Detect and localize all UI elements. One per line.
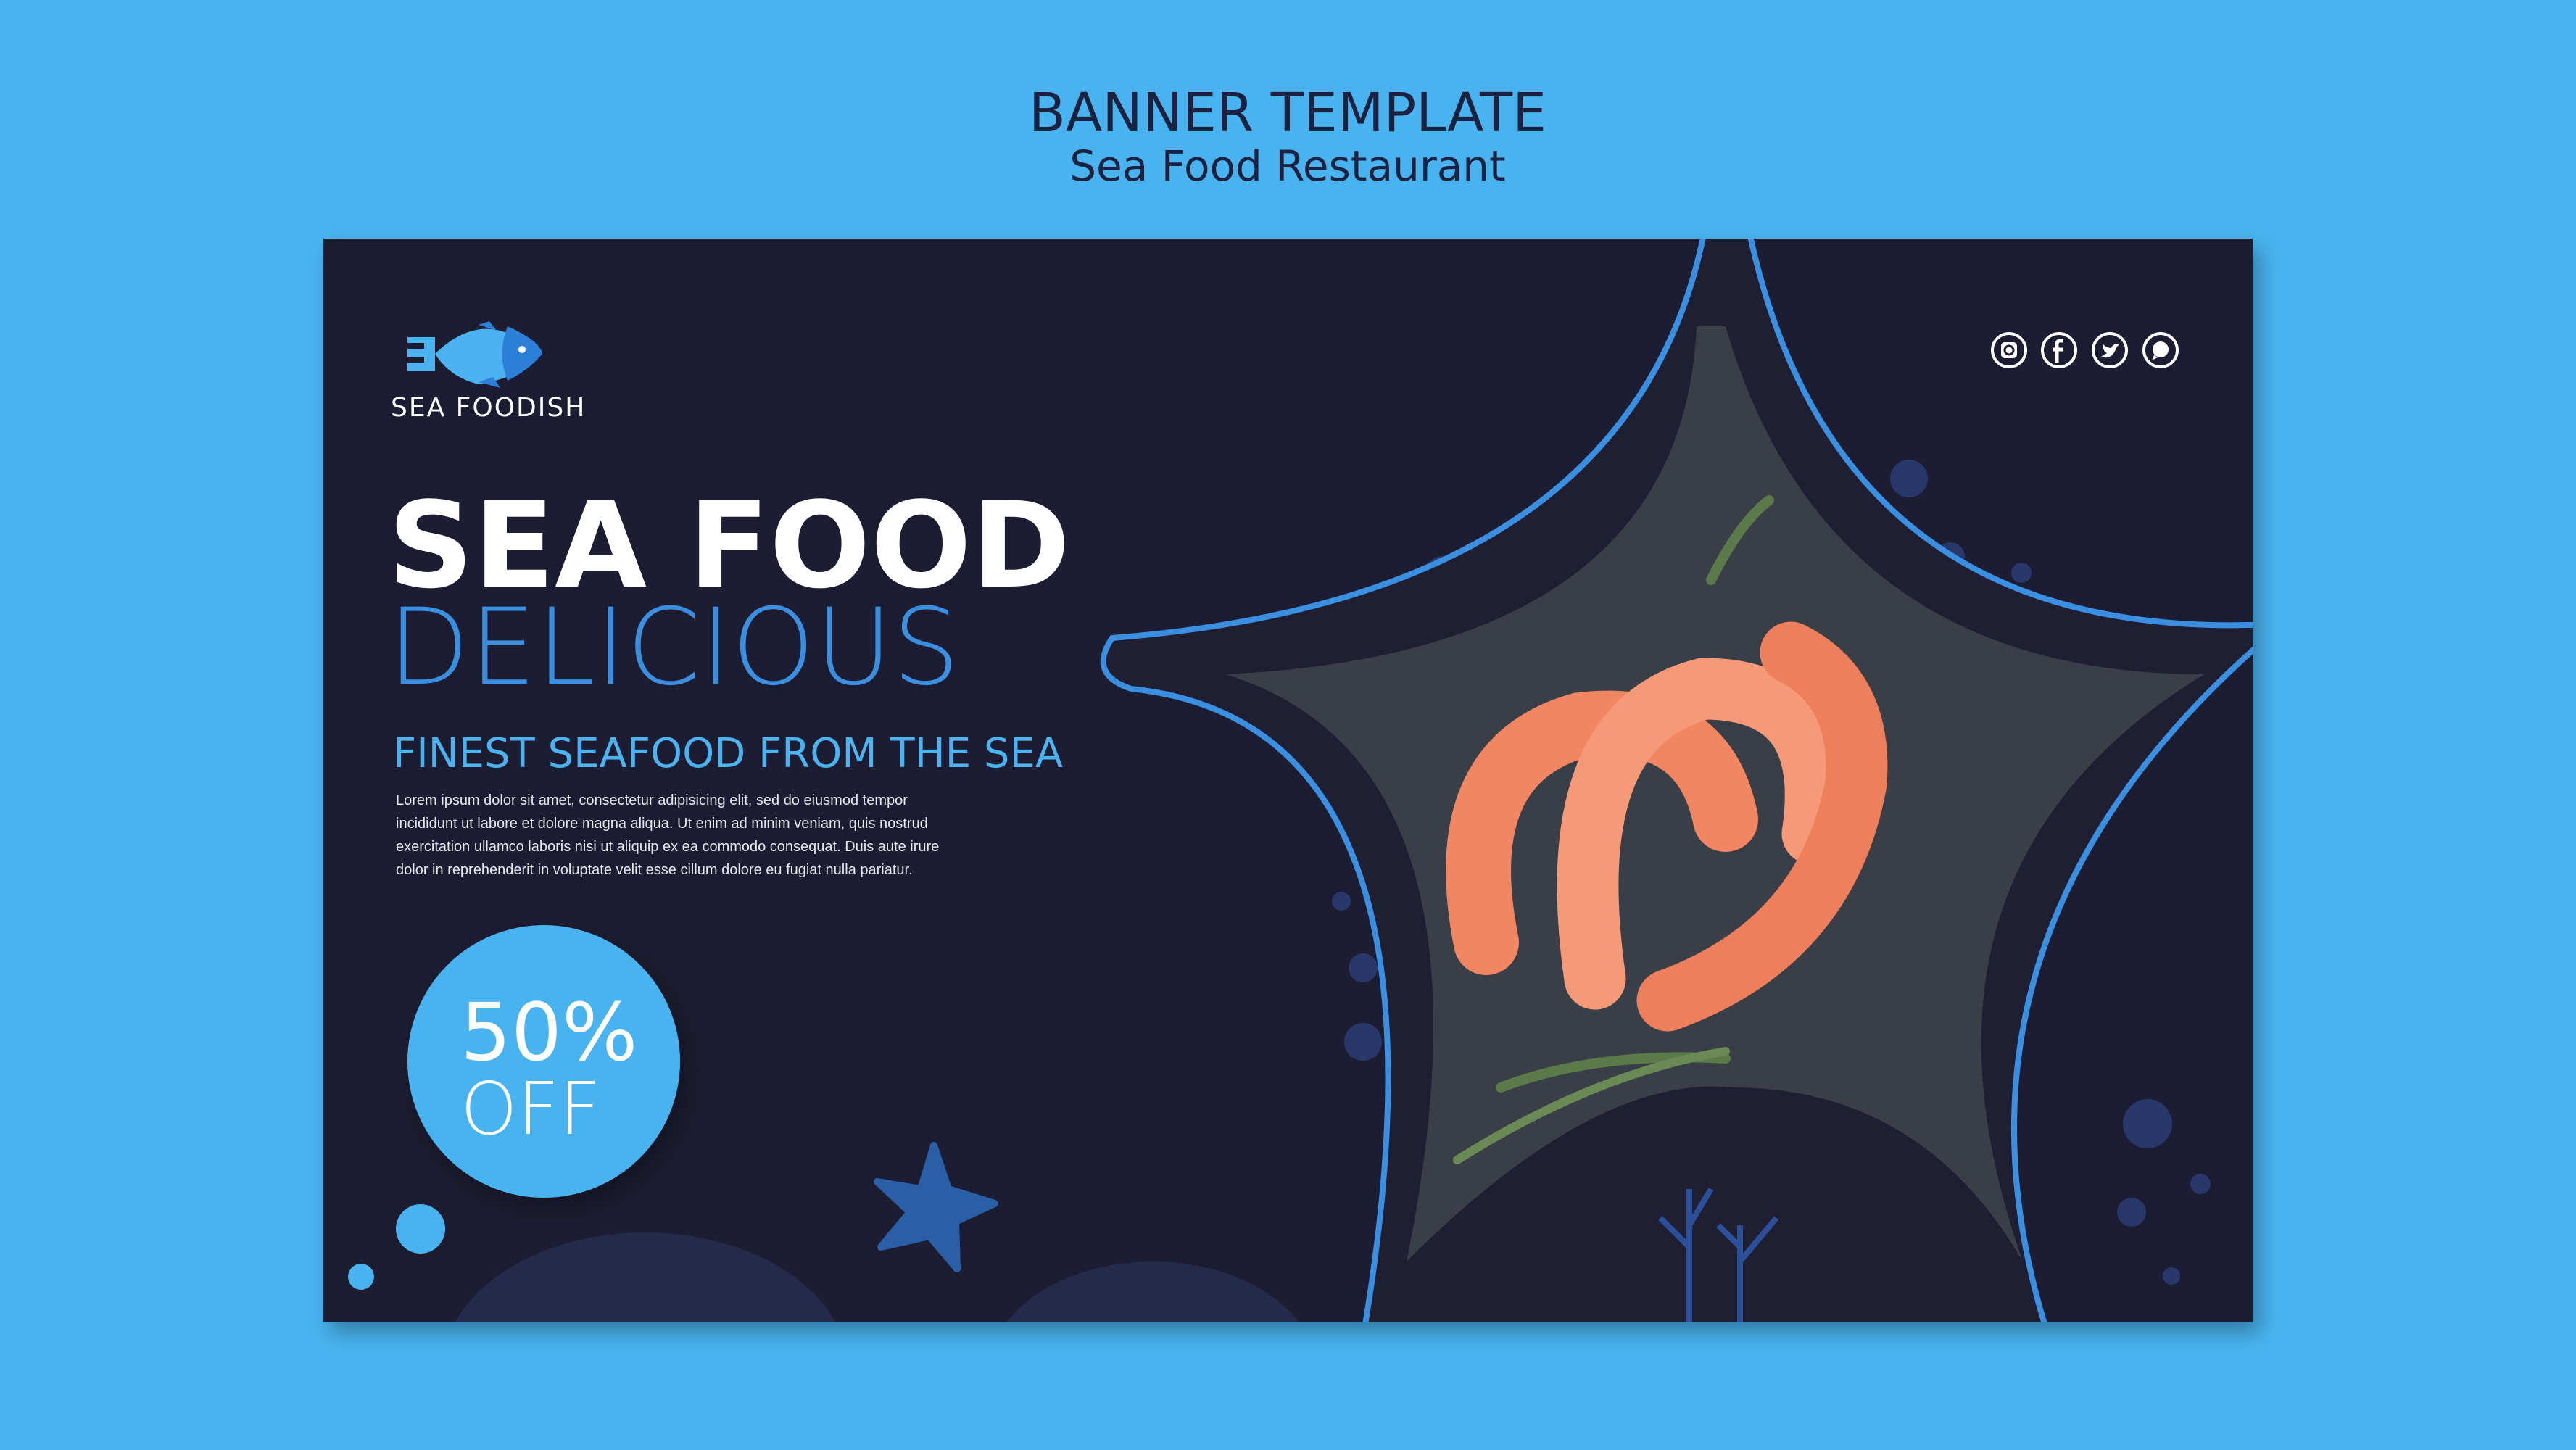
tagline: FINEST SEAFOOD FROM THE SEA [393, 730, 1063, 777]
body-line: incididunt ut labore et dolore magna ali… [396, 816, 928, 832]
body-line: dolor in reprehenderit in voluptate veli… [396, 862, 913, 878]
page-title: BANNER TEMPLATE [1029, 82, 1546, 144]
bubble [396, 1204, 445, 1254]
discount-badge: 50% OFF [407, 925, 680, 1198]
bubble [348, 1264, 374, 1290]
discount-label: OFF [460, 1066, 601, 1151]
banner-canvas: BANNER TEMPLATE Sea Food Restaurant SEA … [323, 82, 2253, 1322]
logo-text: SEA FOODISH [391, 393, 586, 423]
subheadline: DELICIOUS [388, 586, 960, 709]
body-line: Lorem ipsum dolor sit amet, consectetur … [396, 792, 908, 808]
page-subtitle: Sea Food Restaurant [1069, 141, 1506, 191]
body-line: exercitation ullamco laboris nisi ut ali… [396, 839, 939, 855]
discount-value: 50% [460, 986, 638, 1079]
